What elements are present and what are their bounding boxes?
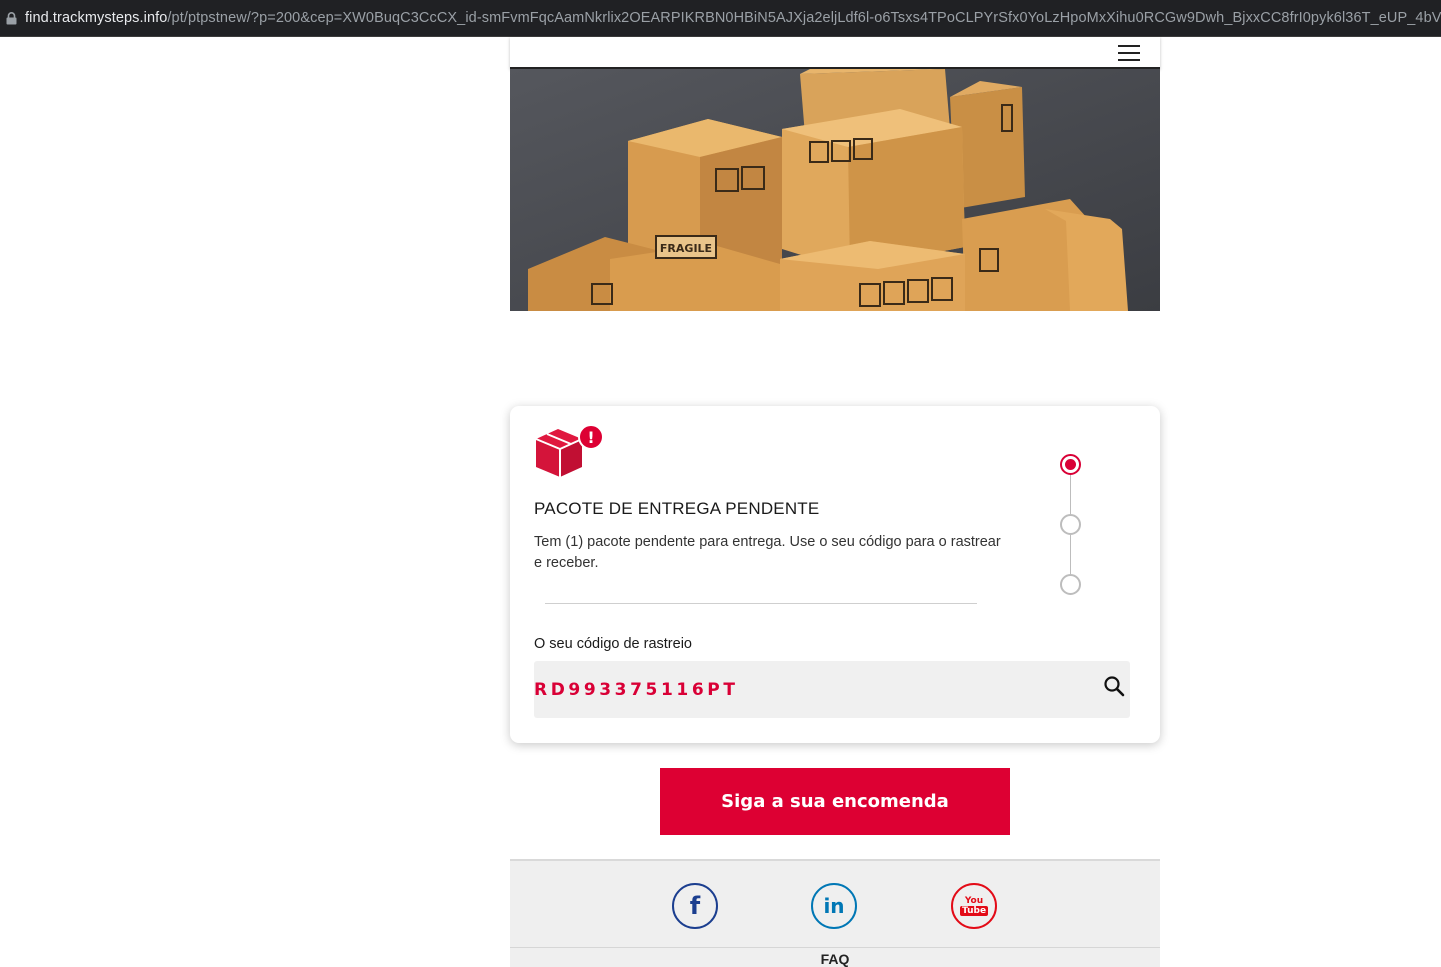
fragile-label: FRAGILE	[660, 242, 712, 255]
package-alert-icon: !	[535, 425, 604, 477]
youtube-glyph-top: You	[964, 896, 984, 906]
linkedin-icon[interactable]: in	[811, 883, 857, 929]
url-host: find.trackmysteps.info	[25, 10, 168, 26]
hamburger-menu-icon[interactable]	[1118, 45, 1140, 62]
alert-badge: !	[587, 428, 594, 447]
facebook-glyph: f	[689, 892, 701, 920]
card-title: PACOTE DE ENTREGA PENDENTE	[534, 499, 820, 518]
card-description: Tem (1) pacote pendente para entrega. Us…	[534, 534, 1001, 571]
step-connector	[1070, 475, 1071, 514]
pending-delivery-card: ! PACOTE DE ENTREGA PENDENTE Tem (1) pac…	[510, 406, 1160, 743]
tracking-code-field[interactable]: RD993375116PT	[534, 661, 1130, 718]
lock-icon	[6, 11, 17, 24]
url-path: /pt/ptpstnew/?p=200&cep=XW0BuqC3CcCX_id-…	[167, 10, 1441, 26]
search-icon[interactable]	[1103, 675, 1125, 697]
step-connector	[1070, 535, 1071, 574]
divider	[545, 603, 977, 604]
youtube-glyph-bottom: Tube	[959, 906, 989, 916]
progress-stepper	[1060, 454, 1082, 598]
url-text[interactable]: find.trackmysteps.info/pt/ptpstnew/?p=20…	[25, 10, 1441, 26]
youtube-icon[interactable]: You Tube	[951, 883, 997, 929]
browser-address-bar[interactable]: find.trackmysteps.info/pt/ptpstnew/?p=20…	[0, 0, 1441, 37]
cardboard-boxes-illustration: FRAGILE	[510, 69, 1160, 311]
footer: f in You Tube FAQ	[510, 859, 1160, 967]
step-1-indicator	[1060, 454, 1081, 475]
hero-image: FRAGILE	[510, 69, 1160, 311]
faq-link[interactable]: FAQ	[510, 951, 1160, 967]
tracking-code-value[interactable]: RD993375116PT	[534, 680, 739, 700]
tracking-code-label: O seu código de rastreio	[534, 636, 692, 652]
step-3-indicator	[1060, 574, 1081, 595]
linkedin-glyph: in	[823, 894, 845, 918]
track-order-button[interactable]: Siga a sua encomenda	[660, 768, 1010, 835]
footer-divider	[510, 947, 1160, 948]
site-header	[510, 37, 1160, 69]
facebook-icon[interactable]: f	[672, 883, 718, 929]
step-2-indicator	[1060, 514, 1081, 535]
